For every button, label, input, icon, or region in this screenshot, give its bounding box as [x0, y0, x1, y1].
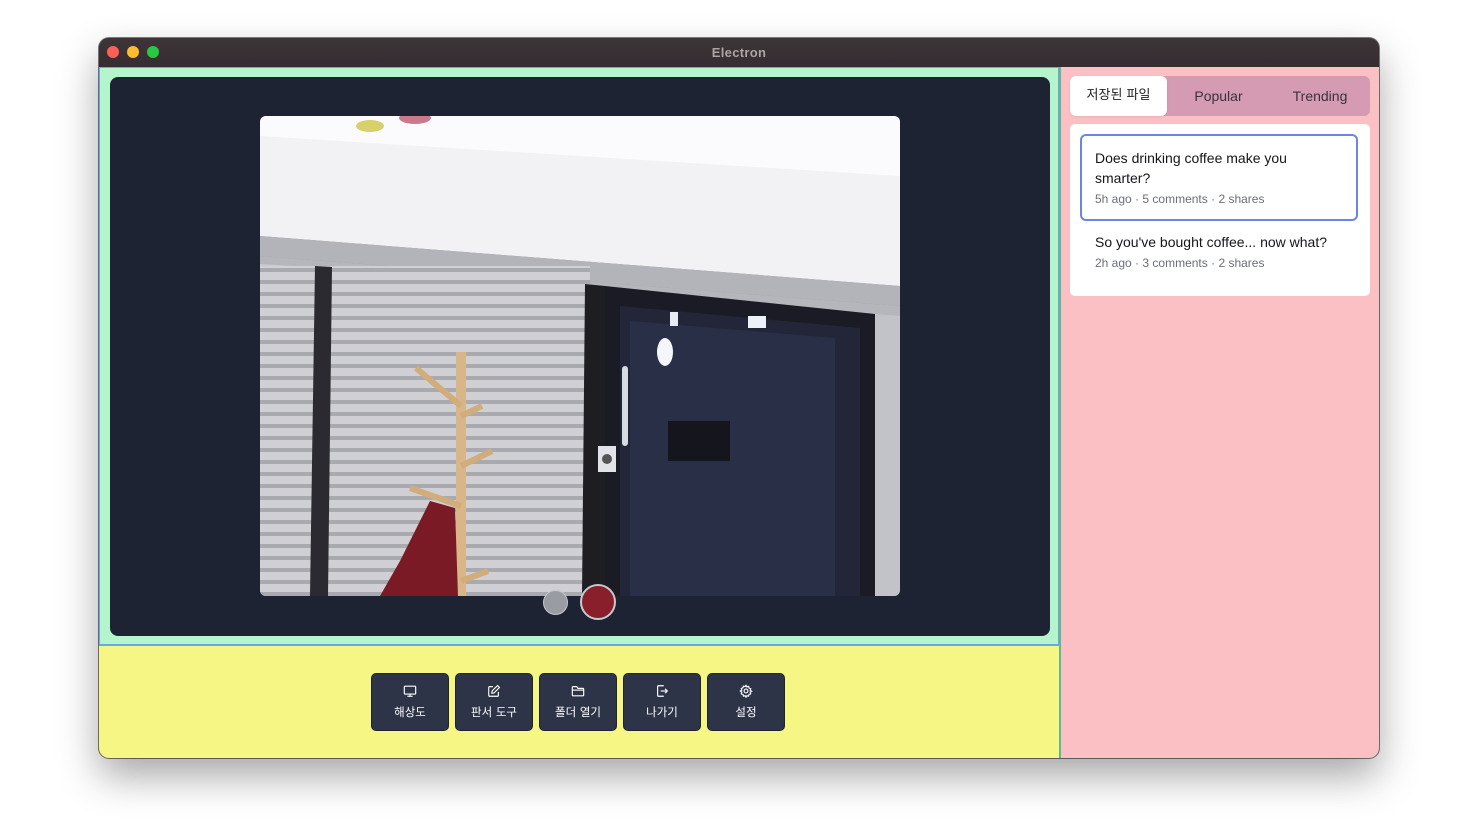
drawing-tools-button-label: 판서 도구 — [471, 705, 517, 719]
exit-button-label: 나가기 — [646, 705, 678, 719]
exit-button[interactable]: 나가기 — [624, 674, 700, 730]
list-item[interactable]: So you've bought coffee... now what? 2h … — [1080, 230, 1358, 288]
window-title: Electron — [711, 45, 767, 60]
camera-panel — [99, 67, 1059, 645]
settings-button[interactable]: 설정 — [708, 674, 784, 730]
camera-feed-image — [260, 116, 900, 596]
post-title: Does drinking coffee make you smarter? — [1095, 150, 1287, 186]
record-button[interactable] — [580, 584, 616, 620]
toolbar: 해상도 판서 도구 폴더 열기 나가기 설정 — [372, 674, 784, 730]
post-meta: 2h ago · 3 comments · 2 shares — [1095, 256, 1265, 270]
tab-popular[interactable]: Popular — [1167, 76, 1270, 116]
tab-trending[interactable]: Trending — [1270, 76, 1370, 116]
post-list: Does drinking coffee make you smarter? 5… — [1070, 124, 1370, 296]
list-item[interactable]: Does drinking coffee make you smarter? 5… — [1080, 134, 1358, 221]
pencil-square-icon — [488, 684, 501, 697]
camera-stage — [110, 77, 1050, 636]
camera-preview — [260, 116, 900, 596]
bottom-toolbar-panel: 해상도 판서 도구 폴더 열기 나가기 설정 — [99, 645, 1059, 758]
open-folder-button[interactable]: 폴더 열기 — [540, 674, 616, 730]
post-title: So you've bought coffee... now what? — [1095, 234, 1328, 250]
drawing-tools-button[interactable]: 판서 도구 — [456, 674, 532, 730]
sidebar-tabs: 저장된 파일 Popular Trending — [1070, 76, 1370, 116]
folder-open-icon — [571, 686, 585, 697]
tab-saved-files[interactable]: 저장된 파일 — [1070, 76, 1167, 116]
settings-button-label: 설정 — [735, 705, 757, 719]
gear-icon — [739, 684, 753, 698]
title-bar: Electron — [99, 38, 1379, 67]
post-meta: 5h ago · 5 comments · 2 shares — [1095, 192, 1265, 206]
resolution-button[interactable]: 해상도 — [372, 674, 448, 730]
sidebar: 저장된 파일 Popular Trending Does drinking co… — [1059, 67, 1379, 758]
exit-door-icon — [657, 685, 669, 697]
resolution-button-label: 해상도 — [394, 705, 426, 719]
snapshot-button[interactable] — [543, 590, 568, 615]
monitor-icon — [403, 685, 417, 697]
app-window: Electron 해상도 판서 도구 폴더 열기 나가기 설정 저장된 파일 P… — [99, 38, 1379, 758]
open-folder-button-label: 폴더 열기 — [555, 705, 601, 719]
app-content: 해상도 판서 도구 폴더 열기 나가기 설정 저장된 파일 Popular Tr… — [99, 67, 1379, 758]
